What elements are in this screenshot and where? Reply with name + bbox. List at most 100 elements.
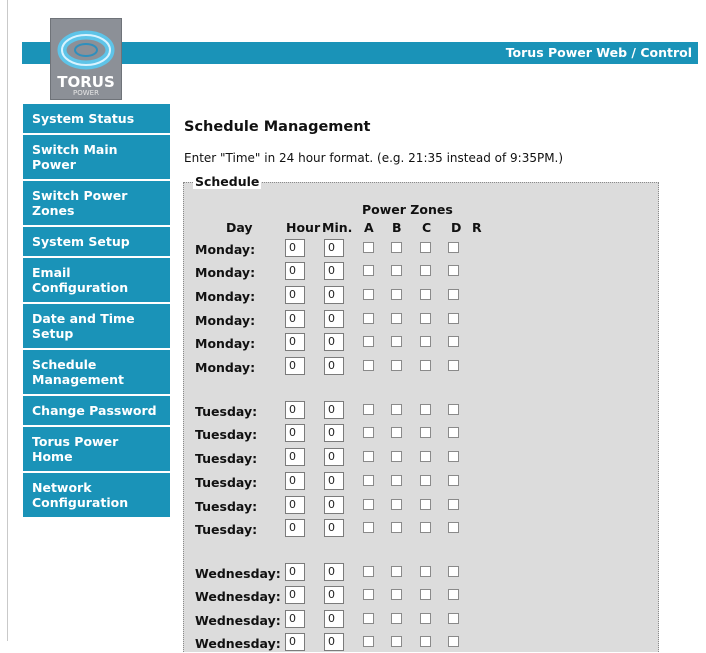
zone-c-checkbox[interactable]: [420, 265, 431, 276]
zone-c-checkbox[interactable]: [420, 289, 431, 300]
zone-c-checkbox[interactable]: [420, 499, 431, 510]
minute-input[interactable]: 0: [324, 610, 344, 628]
minute-input[interactable]: 0: [324, 633, 344, 651]
minute-input[interactable]: 0: [324, 401, 344, 419]
minute-input[interactable]: 0: [324, 239, 344, 257]
sidebar-item-switch-power-zones[interactable]: Switch Power Zones: [23, 181, 170, 225]
zone-a-checkbox[interactable]: [363, 427, 374, 438]
hour-input[interactable]: 0: [285, 424, 305, 442]
minute-input[interactable]: 0: [324, 448, 344, 466]
zone-b-checkbox[interactable]: [391, 265, 402, 276]
zone-b-checkbox[interactable]: [391, 242, 402, 253]
zone-a-checkbox[interactable]: [363, 613, 374, 624]
zone-a-checkbox[interactable]: [363, 313, 374, 324]
minute-input[interactable]: 0: [324, 357, 344, 375]
hour-input[interactable]: 0: [285, 519, 305, 537]
zone-c-checkbox[interactable]: [420, 522, 431, 533]
hour-input[interactable]: 0: [285, 448, 305, 466]
zone-b-checkbox[interactable]: [391, 336, 402, 347]
hour-input[interactable]: 0: [285, 333, 305, 351]
zone-a-checkbox[interactable]: [363, 566, 374, 577]
minute-input[interactable]: 0: [324, 262, 344, 280]
zone-d-checkbox[interactable]: [448, 636, 459, 647]
zone-c-checkbox[interactable]: [420, 404, 431, 415]
zone-b-checkbox[interactable]: [391, 613, 402, 624]
zone-d-checkbox[interactable]: [448, 242, 459, 253]
zone-c-checkbox[interactable]: [420, 475, 431, 486]
zone-b-checkbox[interactable]: [391, 360, 402, 371]
hour-input[interactable]: 0: [285, 401, 305, 419]
zone-c-checkbox[interactable]: [420, 566, 431, 577]
zone-b-checkbox[interactable]: [391, 451, 402, 462]
hour-input[interactable]: 0: [285, 563, 305, 581]
zone-d-checkbox[interactable]: [448, 289, 459, 300]
sidebar-item-switch-main-power[interactable]: Switch Main Power: [23, 135, 170, 179]
hour-input[interactable]: 0: [285, 286, 305, 304]
zone-b-checkbox[interactable]: [391, 427, 402, 438]
zone-c-checkbox[interactable]: [420, 613, 431, 624]
hour-input[interactable]: 0: [285, 239, 305, 257]
minute-input[interactable]: 0: [324, 519, 344, 537]
zone-d-checkbox[interactable]: [448, 566, 459, 577]
zone-b-checkbox[interactable]: [391, 313, 402, 324]
hour-input[interactable]: 0: [285, 633, 305, 651]
zone-a-checkbox[interactable]: [363, 451, 374, 462]
zone-c-checkbox[interactable]: [420, 636, 431, 647]
zone-c-checkbox[interactable]: [420, 451, 431, 462]
zone-d-checkbox[interactable]: [448, 522, 459, 533]
zone-c-checkbox[interactable]: [420, 336, 431, 347]
zone-d-checkbox[interactable]: [448, 336, 459, 347]
zone-d-checkbox[interactable]: [448, 265, 459, 276]
zone-a-checkbox[interactable]: [363, 589, 374, 600]
hour-input[interactable]: 0: [285, 610, 305, 628]
minute-input[interactable]: 0: [324, 472, 344, 490]
zone-c-checkbox[interactable]: [420, 427, 431, 438]
zone-b-checkbox[interactable]: [391, 475, 402, 486]
zone-a-checkbox[interactable]: [363, 404, 374, 415]
minute-input[interactable]: 0: [324, 424, 344, 442]
zone-c-checkbox[interactable]: [420, 313, 431, 324]
zone-c-checkbox[interactable]: [420, 360, 431, 371]
zone-d-checkbox[interactable]: [448, 313, 459, 324]
sidebar-item-system-status[interactable]: System Status: [23, 104, 170, 133]
zone-d-checkbox[interactable]: [448, 427, 459, 438]
zone-d-checkbox[interactable]: [448, 360, 459, 371]
hour-input[interactable]: 0: [285, 472, 305, 490]
hour-input[interactable]: 0: [285, 310, 305, 328]
zone-a-checkbox[interactable]: [363, 242, 374, 253]
zone-c-checkbox[interactable]: [420, 589, 431, 600]
zone-b-checkbox[interactable]: [391, 404, 402, 415]
zone-b-checkbox[interactable]: [391, 499, 402, 510]
zone-a-checkbox[interactable]: [363, 360, 374, 371]
zone-a-checkbox[interactable]: [363, 289, 374, 300]
zone-a-checkbox[interactable]: [363, 265, 374, 276]
hour-input[interactable]: 0: [285, 357, 305, 375]
zone-b-checkbox[interactable]: [391, 522, 402, 533]
minute-input[interactable]: 0: [324, 586, 344, 604]
zone-a-checkbox[interactable]: [363, 636, 374, 647]
zone-b-checkbox[interactable]: [391, 566, 402, 577]
minute-input[interactable]: 0: [324, 286, 344, 304]
zone-d-checkbox[interactable]: [448, 404, 459, 415]
zone-a-checkbox[interactable]: [363, 336, 374, 347]
zone-a-checkbox[interactable]: [363, 499, 374, 510]
zone-b-checkbox[interactable]: [391, 589, 402, 600]
zone-a-checkbox[interactable]: [363, 475, 374, 486]
zone-d-checkbox[interactable]: [448, 451, 459, 462]
zone-d-checkbox[interactable]: [448, 499, 459, 510]
zone-d-checkbox[interactable]: [448, 613, 459, 624]
minute-input[interactable]: 0: [324, 563, 344, 581]
zone-a-checkbox[interactable]: [363, 522, 374, 533]
zone-d-checkbox[interactable]: [448, 475, 459, 486]
zone-c-checkbox[interactable]: [420, 242, 431, 253]
torus-power-logo[interactable]: TORUS POWER: [50, 18, 122, 100]
zone-d-checkbox[interactable]: [448, 589, 459, 600]
hour-input[interactable]: 0: [285, 586, 305, 604]
hour-input[interactable]: 0: [285, 496, 305, 514]
minute-input[interactable]: 0: [324, 310, 344, 328]
minute-input[interactable]: 0: [324, 496, 344, 514]
hour-input[interactable]: 0: [285, 262, 305, 280]
zone-b-checkbox[interactable]: [391, 289, 402, 300]
minute-input[interactable]: 0: [324, 333, 344, 351]
zone-b-checkbox[interactable]: [391, 636, 402, 647]
